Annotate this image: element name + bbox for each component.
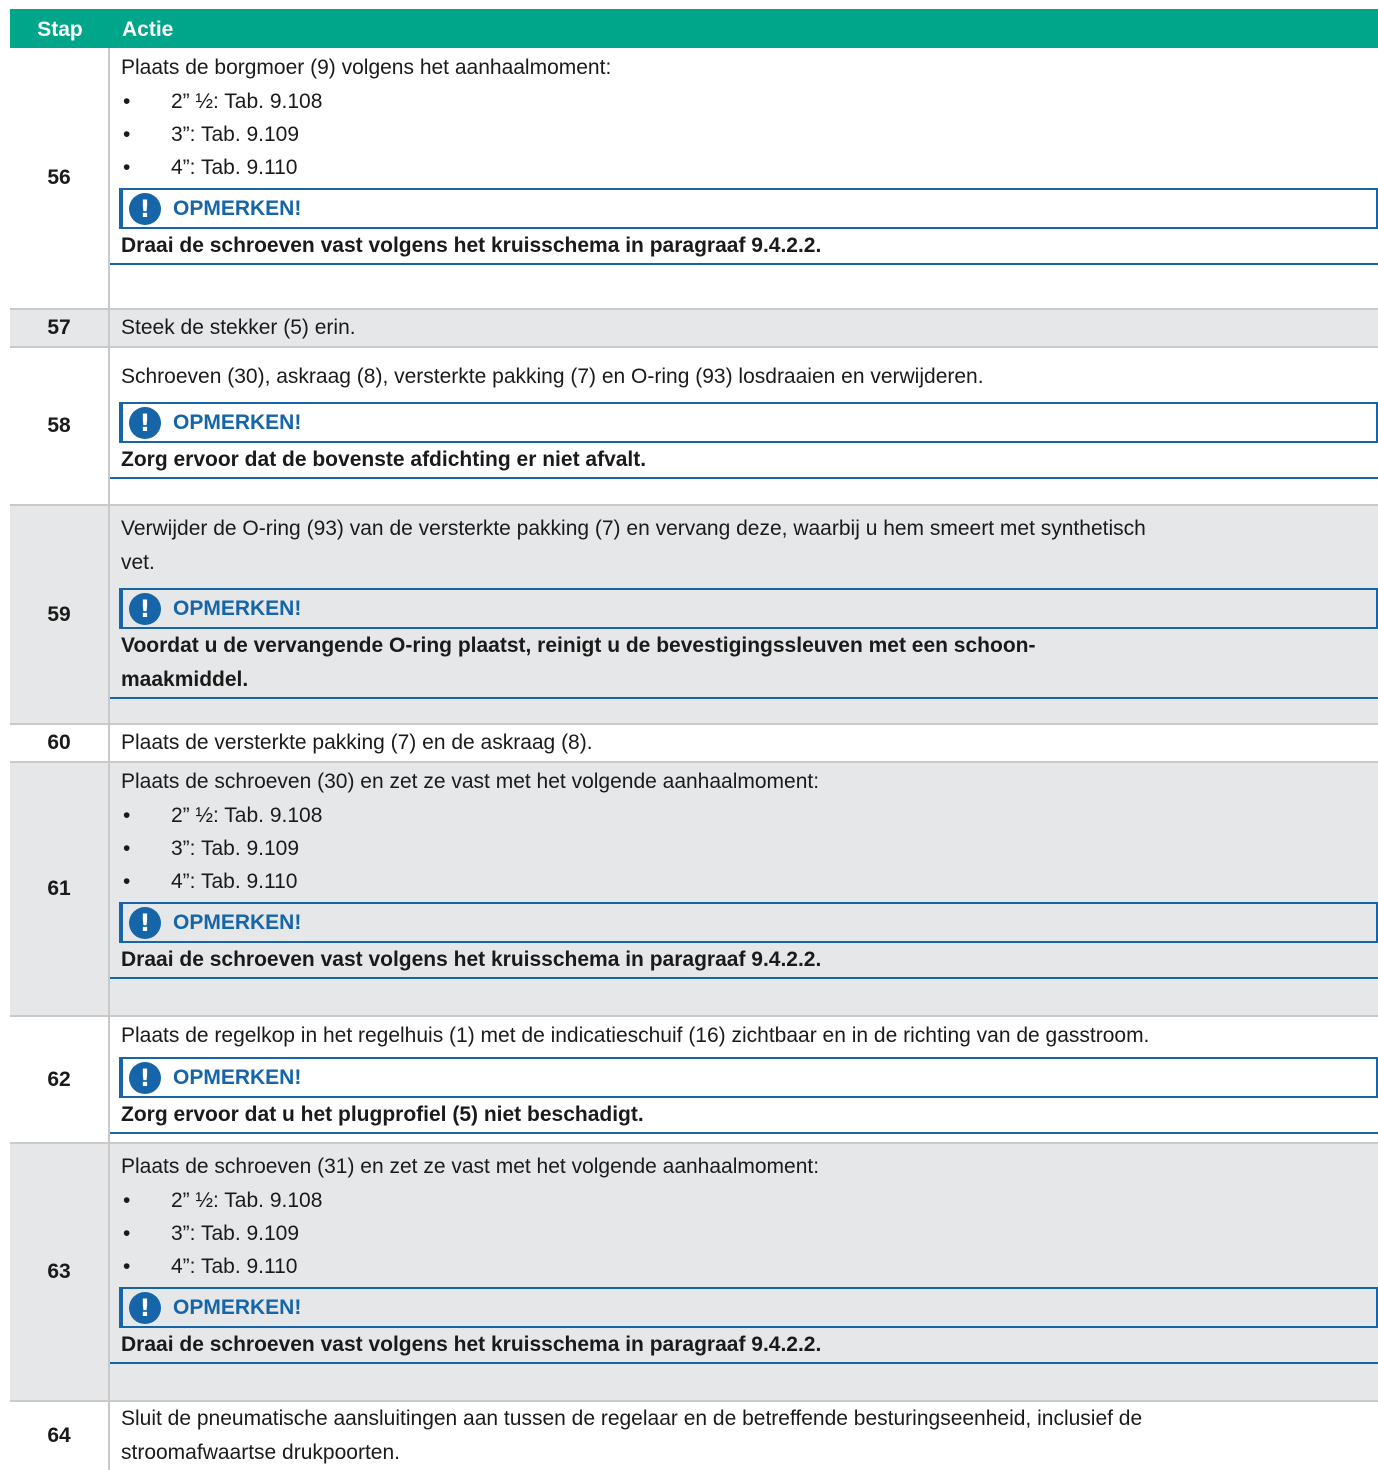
bullet-icon: • bbox=[123, 1189, 131, 1212]
step-number: 56 bbox=[10, 48, 110, 308]
list-item: • 2” ½: Tab. 9.108 bbox=[121, 85, 1378, 118]
step-number: 64 bbox=[10, 1402, 110, 1470]
exclamation-icon: ! bbox=[129, 1061, 161, 1094]
step-number: 57 bbox=[10, 310, 110, 346]
notice-text: Zorg ervoor dat u het plugprofiel (5) ni… bbox=[110, 1098, 1378, 1134]
action-cell: Sluit de pneumatische aansluitingen aan … bbox=[110, 1402, 1378, 1470]
step-number: 61 bbox=[10, 763, 110, 1015]
action-text: Verwijder de O-ring (93) van de versterk… bbox=[121, 517, 1146, 540]
table-row: 62 Plaats de regelkop in het regelhuis (… bbox=[10, 1017, 1378, 1144]
notice-text: Draai de schroeven vast volgens het krui… bbox=[110, 943, 1378, 979]
header-step: Stap bbox=[37, 17, 83, 41]
list-item: • 2” ½: Tab. 9.108 bbox=[121, 1184, 1378, 1217]
list-item: • 3”: Tab. 9.109 bbox=[121, 832, 1378, 865]
bullet-icon: • bbox=[123, 1255, 131, 1278]
table-row: 60 Plaats de versterkte pakking (7) en d… bbox=[10, 725, 1378, 763]
list-item: • 3”: Tab. 9.109 bbox=[121, 118, 1378, 151]
notice-box: ! OPMERKEN! bbox=[119, 1287, 1378, 1328]
action-text: Plaats de schroeven (31) en zet ze vast … bbox=[121, 1155, 820, 1178]
notice-title: OPMERKEN! bbox=[173, 1295, 302, 1319]
bullet-icon: • bbox=[123, 837, 131, 860]
table-header: Stap Actie bbox=[10, 9, 1378, 48]
table-row: 59 Verwijder de O-ring (93) van de verst… bbox=[10, 506, 1378, 725]
action-cell: Plaats de versterkte pakking (7) en de a… bbox=[110, 725, 1378, 761]
notice-title: OPMERKEN! bbox=[173, 410, 302, 434]
action-text: Steek de stekker (5) erin. bbox=[121, 316, 356, 339]
list-item: • 3”: Tab. 9.109 bbox=[121, 1217, 1378, 1250]
exclamation-icon: ! bbox=[129, 192, 161, 225]
notice-text: maakmiddel. bbox=[110, 663, 1378, 699]
action-text: Plaats de regelkop in het regelhuis (1) … bbox=[121, 1024, 1150, 1047]
action-text: vet. bbox=[121, 551, 155, 574]
step-number: 59 bbox=[10, 506, 110, 723]
exclamation-icon: ! bbox=[129, 906, 161, 939]
exclamation-icon: ! bbox=[129, 592, 161, 625]
list-item: • 4”: Tab. 9.110 bbox=[121, 151, 1378, 184]
notice-title: OPMERKEN! bbox=[173, 910, 302, 934]
notice-title: OPMERKEN! bbox=[173, 1065, 302, 1089]
notice-text: Draai de schroeven vast volgens het krui… bbox=[110, 229, 1378, 265]
action-cell: Plaats de regelkop in het regelhuis (1) … bbox=[110, 1017, 1378, 1142]
step-number: 62 bbox=[10, 1017, 110, 1142]
list-item: • 4”: Tab. 9.110 bbox=[121, 865, 1378, 898]
notice-title: OPMERKEN! bbox=[173, 196, 302, 220]
action-text: Sluit de pneumatische aansluitingen aan … bbox=[121, 1407, 1143, 1430]
step-number: 63 bbox=[10, 1144, 110, 1400]
notice-box: ! OPMERKEN! bbox=[119, 402, 1378, 443]
action-cell: Plaats de schroeven (30) en zet ze vast … bbox=[110, 763, 1378, 1015]
bullet-icon: • bbox=[123, 90, 131, 113]
action-text: Schroeven (30), askraag (8), versterkte … bbox=[121, 365, 984, 388]
bullet-icon: • bbox=[123, 156, 131, 179]
action-text: stroomafwaartse drukpoorten. bbox=[121, 1441, 400, 1464]
exclamation-icon: ! bbox=[129, 406, 161, 439]
list-item: • 2” ½: Tab. 9.108 bbox=[121, 799, 1378, 832]
notice-text: Draai de schroeven vast volgens het krui… bbox=[110, 1328, 1378, 1364]
action-cell: Steek de stekker (5) erin. bbox=[110, 310, 1378, 346]
instruction-table: Stap Actie 56 Plaats de borgmoer (9) vol… bbox=[10, 9, 1378, 1470]
action-text: Plaats de borgmoer (9) volgens het aanha… bbox=[121, 56, 612, 79]
step-number: 60 bbox=[10, 725, 110, 761]
table-row: 64 Sluit de pneumatische aansluitingen a… bbox=[10, 1402, 1378, 1470]
list-item: • 4”: Tab. 9.110 bbox=[121, 1250, 1378, 1283]
action-cell: Verwijder de O-ring (93) van de versterk… bbox=[110, 506, 1378, 723]
notice-box: ! OPMERKEN! bbox=[119, 188, 1378, 229]
table-row: 63 Plaats de schroeven (31) en zet ze va… bbox=[10, 1144, 1378, 1402]
action-cell: Plaats de schroeven (31) en zet ze vast … bbox=[110, 1144, 1378, 1400]
exclamation-icon: ! bbox=[129, 1291, 161, 1324]
notice-title: OPMERKEN! bbox=[173, 596, 302, 620]
notice-box: ! OPMERKEN! bbox=[119, 588, 1378, 629]
table-row: 61 Plaats de schroeven (30) en zet ze va… bbox=[10, 763, 1378, 1017]
notice-text: Voordat u de vervangende O-ring plaatst,… bbox=[121, 634, 1036, 657]
bullet-icon: • bbox=[123, 1222, 131, 1245]
notice-box: ! OPMERKEN! bbox=[119, 1057, 1378, 1098]
action-cell: Schroeven (30), askraag (8), versterkte … bbox=[110, 348, 1378, 504]
bullet-icon: • bbox=[123, 123, 131, 146]
table-row: 57 Steek de stekker (5) erin. bbox=[10, 310, 1378, 348]
table-row: 58 Schroeven (30), askraag (8), versterk… bbox=[10, 348, 1378, 506]
step-number: 58 bbox=[10, 348, 110, 504]
bullet-icon: • bbox=[123, 870, 131, 893]
action-cell: Plaats de borgmoer (9) volgens het aanha… bbox=[110, 48, 1378, 308]
header-action: Actie bbox=[122, 17, 174, 41]
bullet-icon: • bbox=[123, 804, 131, 827]
action-text: Plaats de schroeven (30) en zet ze vast … bbox=[121, 770, 820, 793]
notice-box: ! OPMERKEN! bbox=[119, 902, 1378, 943]
table-row: 56 Plaats de borgmoer (9) volgens het aa… bbox=[10, 48, 1378, 310]
action-text: Plaats de versterkte pakking (7) en de a… bbox=[121, 731, 593, 754]
notice-text: Zorg ervoor dat de bovenste afdichting e… bbox=[110, 443, 1378, 479]
